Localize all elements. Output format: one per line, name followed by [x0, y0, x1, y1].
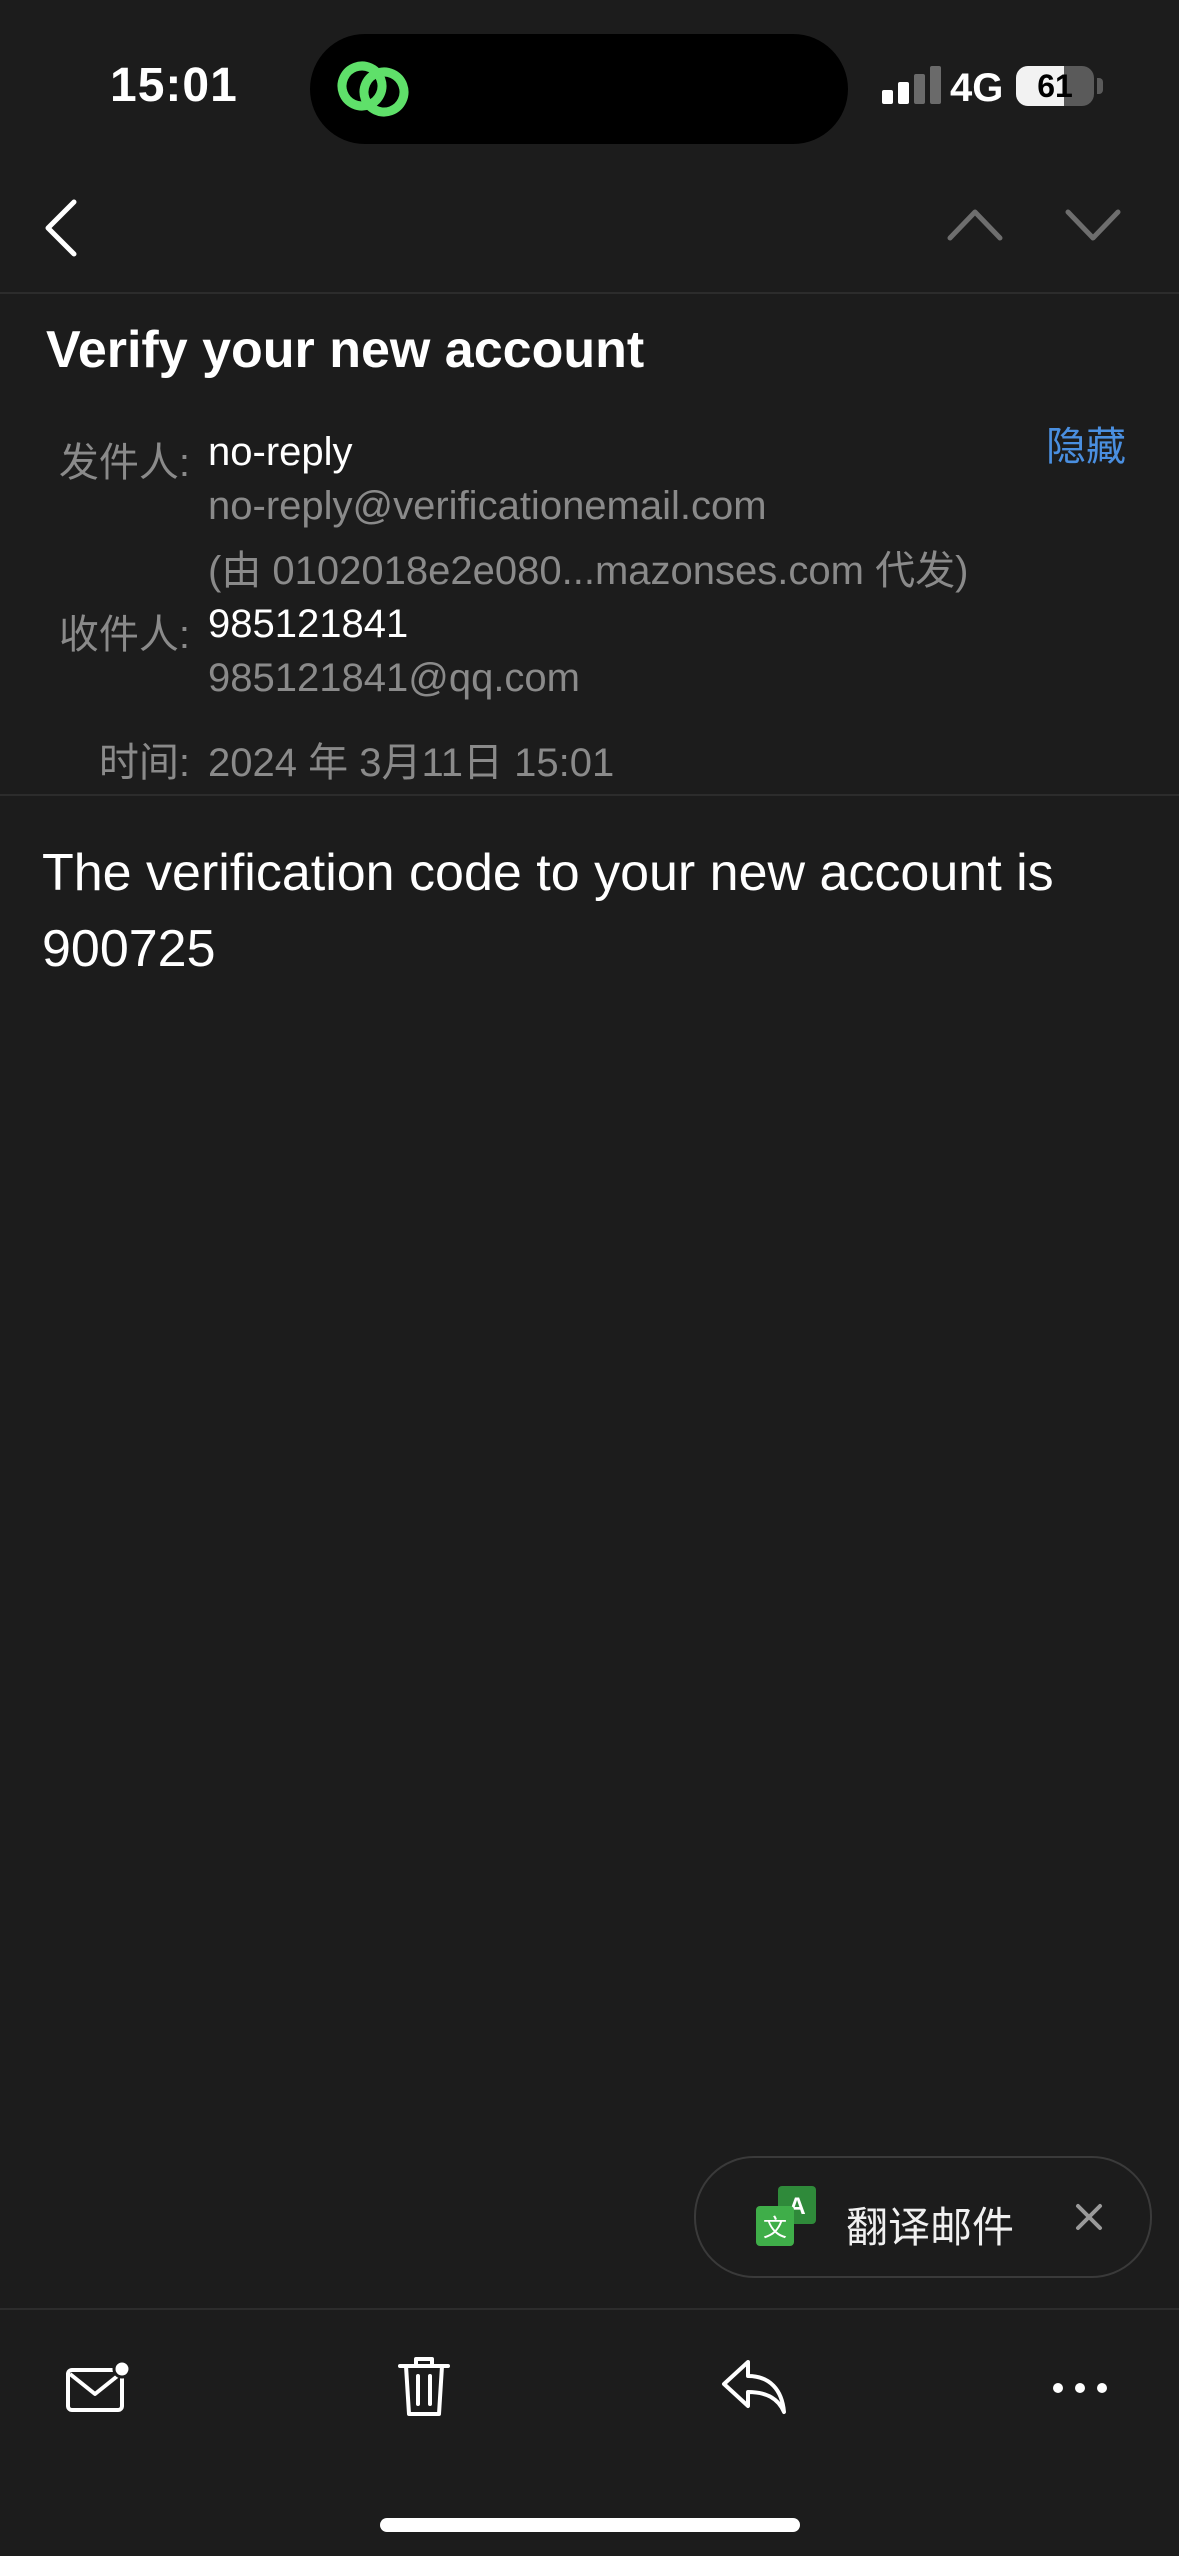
- nav-divider: [0, 292, 1179, 294]
- from-label: 发件人:: [58, 441, 190, 485]
- signal-icon: [882, 64, 942, 104]
- from-address[interactable]: no-reply@verificationemail.com: [208, 484, 767, 529]
- battery-percent: 61: [1037, 68, 1073, 104]
- close-icon[interactable]: [1068, 2196, 1110, 2238]
- verification-code: 900725: [42, 920, 216, 978]
- dynamic-island[interactable]: [310, 34, 848, 144]
- from-via: (由 0102018e2e080...mazonses.com 代发): [208, 549, 969, 593]
- email-body: The verification code to your new accoun…: [42, 835, 1122, 987]
- to-address[interactable]: 985121841@qq.com: [208, 656, 580, 701]
- chevron-up-icon[interactable]: [946, 206, 1004, 244]
- time-label: 时间:: [98, 741, 190, 785]
- hide-details-link[interactable]: 隐藏: [1046, 414, 1126, 472]
- from-name[interactable]: no-reply: [208, 430, 353, 475]
- chevron-left-icon[interactable]: [40, 196, 84, 260]
- battery-nub: [1097, 78, 1103, 94]
- link-icon: [337, 61, 409, 117]
- translate-icon: A 文: [756, 2186, 816, 2246]
- header-divider: [0, 794, 1179, 796]
- chevron-down-icon[interactable]: [1064, 206, 1122, 244]
- mail-unread-icon[interactable]: [64, 2360, 132, 2416]
- to-name[interactable]: 985121841: [208, 602, 408, 647]
- battery-icon: 61: [1016, 66, 1094, 106]
- trash-icon[interactable]: [396, 2354, 452, 2420]
- status-time: 15:01: [110, 59, 238, 112]
- email-body-line: The verification code to your new accoun…: [42, 844, 1054, 902]
- to-label: 收件人:: [58, 613, 190, 657]
- network-type: 4G: [950, 66, 1004, 110]
- more-icon[interactable]: [1050, 2376, 1110, 2400]
- toolbar-divider: [0, 2308, 1179, 2310]
- home-indicator[interactable]: [380, 2518, 800, 2532]
- reply-icon[interactable]: [720, 2356, 788, 2416]
- time-value: 2024 年 3月11日 15:01: [208, 741, 615, 785]
- svg-text:文: 文: [763, 2214, 787, 2242]
- translate-banner[interactable]: A 文 翻译邮件: [694, 2156, 1152, 2278]
- translate-label[interactable]: 翻译邮件: [846, 2194, 1014, 2255]
- email-subject: Verify your new account: [46, 321, 645, 379]
